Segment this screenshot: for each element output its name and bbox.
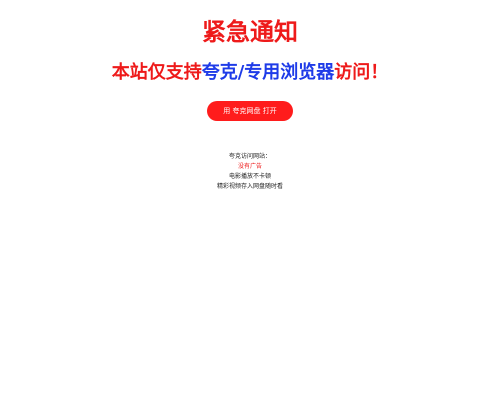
info-line-smooth-playback: 电影播放不卡顿 [228, 173, 271, 180]
notice-part-1: 本站仅支持 [111, 62, 202, 83]
info-block: 夸克访问网站： 没有广告 电影播放不卡顿 精彩视频存入网盘随时看 [0, 152, 500, 192]
info-line-no-ads: 没有广告 [237, 163, 262, 170]
info-line-intro: 夸克访问网站： [228, 153, 271, 160]
notice-message: 本站仅支持夸克/专用浏览器访问！ [0, 60, 500, 86]
open-in-quark-button[interactable]: 用 夸克网盘 打开 [207, 101, 293, 121]
title-text: 紧急通知 [202, 17, 298, 46]
info-line-save-to-drive: 精彩视频存入网盘随时看 [216, 183, 283, 190]
notice-part-2-browser: 夸克/专用浏览器 [201, 62, 335, 83]
notice-part-3: 访问！ [334, 62, 389, 83]
page-title: 紧急通知 [0, 17, 500, 47]
page: 紧急通知 本站仅支持夸克/专用浏览器访问！ 用 夸克网盘 打开 夸克访问网站： … [0, 0, 500, 417]
